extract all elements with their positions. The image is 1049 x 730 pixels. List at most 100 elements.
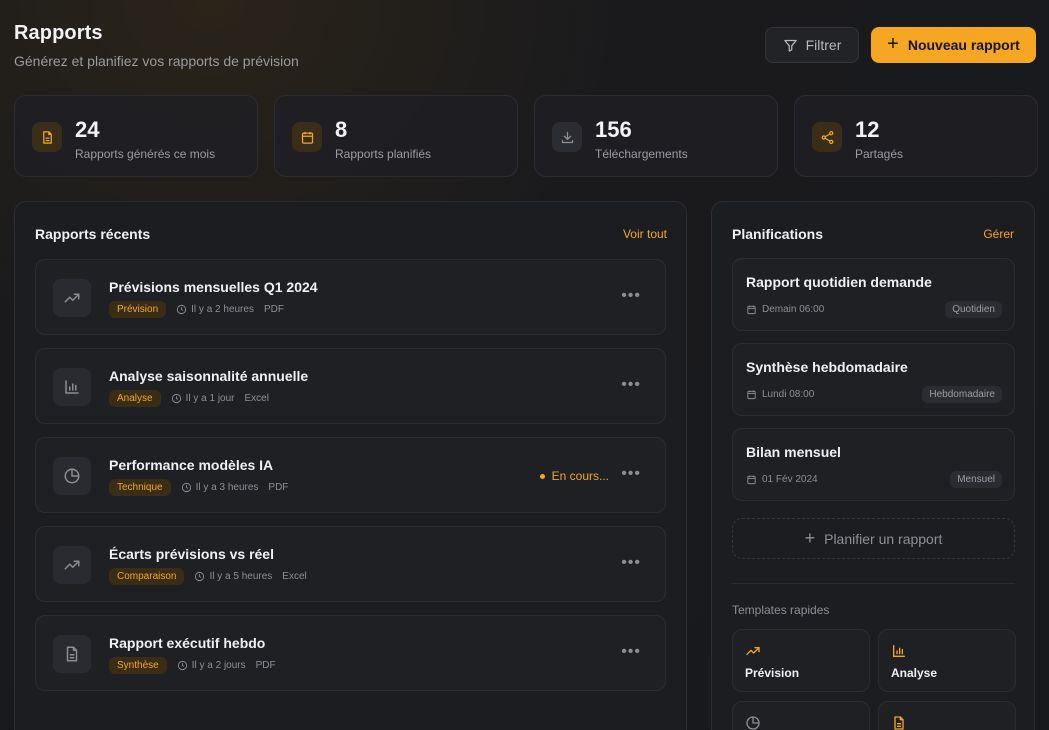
report-list: Prévisions mensuelles Q1 2024 Prévision … bbox=[35, 259, 666, 704]
report-meta: Synthèse Il y a 2 jours PDF bbox=[109, 657, 276, 674]
clock-icon bbox=[177, 304, 187, 315]
filter-icon bbox=[783, 38, 798, 53]
templates-title: Templates rapides bbox=[732, 603, 830, 617]
calendar-icon bbox=[747, 305, 756, 315]
bar-chart-icon bbox=[53, 368, 91, 406]
schedule-list: Rapport quotidien demande Demain 06:00 Q… bbox=[732, 258, 1015, 513]
calendar-icon bbox=[292, 122, 322, 152]
more-options-icon[interactable]: ••• bbox=[621, 643, 641, 661]
report-name: Écarts prévisions vs réel bbox=[109, 546, 274, 562]
report-format: Excel bbox=[244, 393, 269, 404]
template-card-analyse[interactable]: Analyse bbox=[878, 629, 1016, 692]
calendar-icon bbox=[747, 475, 756, 485]
schedules-title: Planifications bbox=[732, 226, 824, 242]
clock-icon bbox=[171, 393, 181, 404]
calendar-icon bbox=[747, 390, 756, 400]
filter-label: Filtrer bbox=[805, 37, 842, 53]
report-name: Analyse saisonnalité annuelle bbox=[109, 368, 309, 384]
report-time: Il y a 2 jours bbox=[177, 660, 246, 671]
more-options-icon[interactable]: ••• bbox=[621, 465, 641, 483]
manage-link[interactable]: Gérer bbox=[983, 227, 1014, 241]
report-format: PDF bbox=[263, 304, 284, 315]
report-row[interactable]: Prévisions mensuelles Q1 2024 Prévision … bbox=[35, 259, 666, 335]
report-time: Il y a 2 heures bbox=[176, 304, 254, 315]
share-icon bbox=[812, 122, 842, 152]
report-time-text: Il y a 2 jours bbox=[191, 660, 246, 671]
schedule-item[interactable]: Rapport quotidien demande Demain 06:00 Q… bbox=[732, 258, 1015, 331]
report-meta: Analyse Il y a 1 jour Excel bbox=[109, 390, 269, 407]
schedule-time: 01 Fév 2024 bbox=[746, 474, 818, 485]
filter-button[interactable]: Filtrer bbox=[765, 27, 859, 63]
new-report-label: Nouveau rapport bbox=[907, 37, 1020, 53]
stat-value: 12 bbox=[855, 117, 880, 142]
recent-reports-panel: Rapports récents Voir tout Prévisions me… bbox=[14, 201, 687, 730]
file-text-icon bbox=[32, 122, 62, 152]
trending-up-icon bbox=[53, 546, 91, 584]
pie-chart-icon bbox=[745, 715, 761, 730]
schedule-item[interactable]: Synthèse hebdomadaire Lundi 08:00 Hebdom… bbox=[732, 343, 1015, 416]
report-tag: Analyse bbox=[109, 390, 161, 407]
stat-value: 8 bbox=[335, 117, 348, 142]
stat-label: Partagés bbox=[855, 147, 904, 161]
schedule-time-text: Lundi 08:00 bbox=[762, 389, 815, 400]
clock-icon bbox=[181, 482, 191, 493]
trending-up-icon bbox=[53, 279, 91, 317]
template-card-synthese[interactable] bbox=[878, 701, 1016, 730]
report-format: PDF bbox=[255, 660, 276, 671]
template-label: Analyse bbox=[891, 666, 938, 680]
schedule-item[interactable]: Bilan mensuel 01 Fév 2024 Mensuel bbox=[732, 428, 1015, 501]
schedule-name: Bilan mensuel bbox=[746, 444, 841, 460]
trending-up-icon bbox=[745, 643, 761, 659]
file-text-icon bbox=[53, 635, 91, 673]
status-dot bbox=[539, 473, 545, 479]
clock-icon bbox=[177, 660, 187, 671]
more-options-icon[interactable]: ••• bbox=[621, 554, 641, 572]
stat-label: Rapports générés ce mois bbox=[75, 147, 216, 161]
report-row[interactable]: Performance modèles IA Technique Il y a … bbox=[35, 437, 666, 513]
report-tag: Comparaison bbox=[109, 568, 185, 585]
templates-grid: Prévision Analyse bbox=[732, 629, 1016, 730]
plus-icon: + bbox=[887, 33, 899, 55]
more-options-icon[interactable]: ••• bbox=[621, 376, 641, 394]
divider bbox=[732, 583, 1015, 584]
stat-value: 156 bbox=[595, 117, 632, 142]
stat-label: Téléchargements bbox=[595, 147, 688, 161]
report-time-text: Il y a 1 jour bbox=[185, 393, 235, 404]
schedule-name: Rapport quotidien demande bbox=[746, 274, 932, 290]
new-report-button[interactable]: + Nouveau rapport bbox=[871, 27, 1036, 63]
schedule-time: Demain 06:00 bbox=[746, 304, 824, 315]
schedule-time-text: 01 Fév 2024 bbox=[762, 474, 818, 485]
report-tag: Synthèse bbox=[109, 657, 167, 674]
schedule-frequency-badge: Mensuel bbox=[950, 471, 1002, 488]
recent-reports-title: Rapports récents bbox=[35, 226, 151, 242]
report-meta: Technique Il y a 3 heures PDF bbox=[109, 479, 288, 496]
clock-icon bbox=[195, 571, 205, 582]
stat-card-generated: 24 Rapports générés ce mois bbox=[14, 95, 258, 177]
template-card-technique[interactable] bbox=[732, 701, 870, 730]
report-name: Prévisions mensuelles Q1 2024 bbox=[109, 279, 318, 295]
report-row[interactable]: Analyse saisonnalité annuelle Analyse Il… bbox=[35, 348, 666, 424]
schedule-frequency-badge: Hebdomadaire bbox=[922, 386, 1002, 403]
report-tag: Prévision bbox=[109, 301, 167, 318]
schedule-time: Lundi 08:00 bbox=[746, 389, 814, 400]
stats-row: 24 Rapports générés ce mois 8 Rapports p… bbox=[14, 95, 1038, 177]
schedule-name: Synthèse hebdomadaire bbox=[746, 359, 908, 375]
schedules-panel: Planifications Gérer Rapport quotidien d… bbox=[711, 201, 1035, 730]
report-time-text: Il y a 2 heures bbox=[191, 304, 254, 315]
report-time-text: Il y a 3 heures bbox=[195, 482, 259, 493]
stat-card-downloads: 156 Téléchargements bbox=[534, 95, 778, 177]
see-all-link[interactable]: Voir tout bbox=[623, 227, 667, 241]
report-status: En cours... bbox=[539, 469, 609, 483]
report-time: Il y a 5 heures bbox=[194, 571, 272, 582]
download-icon bbox=[552, 122, 582, 152]
report-row[interactable]: Écarts prévisions vs réel Comparaison Il… bbox=[35, 526, 666, 602]
more-options-icon[interactable]: ••• bbox=[621, 287, 641, 305]
template-card-prevision[interactable]: Prévision bbox=[732, 629, 870, 692]
stat-label: Rapports planifiés bbox=[335, 147, 432, 161]
schedule-report-button[interactable]: + Planifier un rapport bbox=[732, 518, 1015, 559]
report-time-text: Il y a 5 heures bbox=[209, 571, 273, 582]
pie-chart-icon bbox=[53, 457, 91, 495]
report-row[interactable]: Rapport exécutif hebdo Synthèse Il y a 2… bbox=[35, 615, 666, 691]
report-status-text: En cours... bbox=[551, 469, 609, 483]
stat-value: 24 bbox=[75, 117, 100, 142]
